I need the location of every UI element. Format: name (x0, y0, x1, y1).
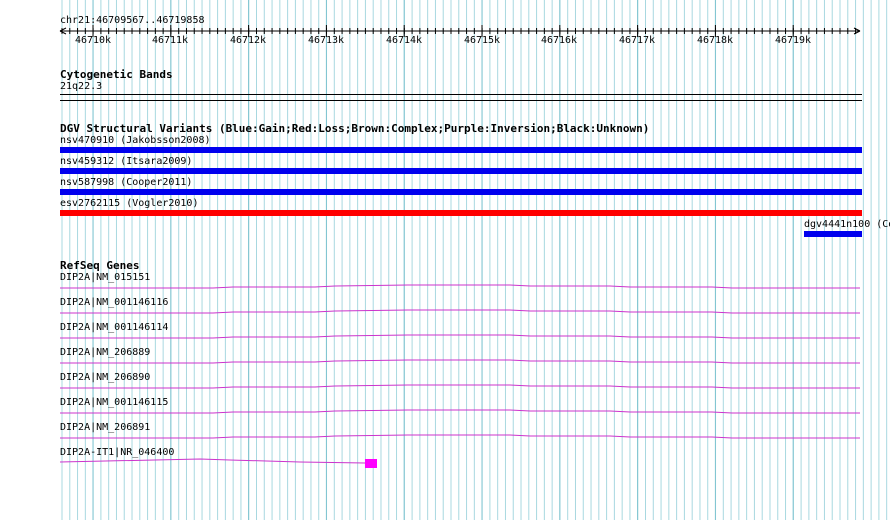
gene-intron-line (59, 458, 366, 464)
refseq-gene-models[interactable] (0, 0, 890, 520)
gene-exon-block (365, 459, 377, 468)
gene-intron-line (60, 434, 860, 439)
gene-intron-line (60, 409, 860, 414)
gene-intron-line (60, 359, 860, 364)
gene-intron-line (60, 309, 860, 314)
gene-intron-line (60, 334, 860, 339)
gene-intron-line (60, 284, 860, 289)
gene-intron-line (60, 384, 860, 389)
